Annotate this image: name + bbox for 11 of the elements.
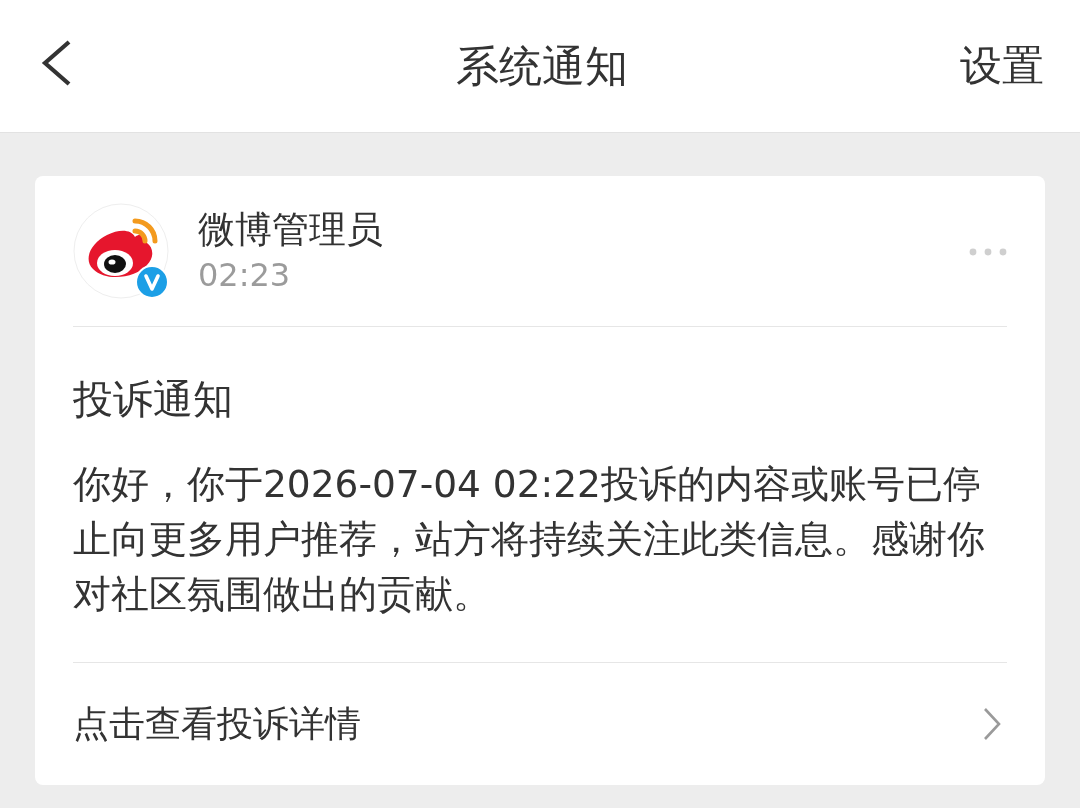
sender-name: 微博管理员 [198,207,383,253]
chevron-right-icon [983,707,1001,741]
back-button[interactable] [40,39,72,87]
message-text: 你好，你于2026-07-04 02:22投诉的内容或账号已停止向更多用户推荐，站方将持续关注此类信息。感谢你对社区氛围做出的贡献。 [73,461,986,618]
more-icon [969,248,1007,256]
details-link[interactable]: 点击查看投诉详情 [73,663,1007,785]
message-time: 02:23 [198,255,291,296]
message-title: 投诉通知 [73,375,233,424]
back-chevron-icon [40,39,72,87]
settings-button[interactable]: 设置 [960,40,1044,92]
page-title: 系统通知 [456,40,628,92]
